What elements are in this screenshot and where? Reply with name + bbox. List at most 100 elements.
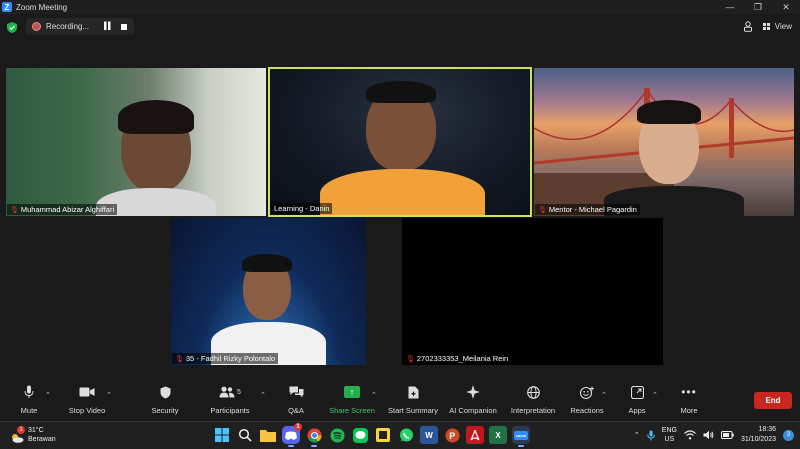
share-options-caret-icon[interactable]: ⌃ — [371, 391, 377, 399]
weather-widget[interactable]: 1 31°C Berawan — [10, 426, 56, 444]
security-button[interactable]: Security — [149, 384, 181, 415]
muted-mic-icon: 🎙 — [175, 355, 184, 363]
video-tile-participant-3[interactable]: 🎙 Mentor - Michael Pagardin — [534, 68, 794, 216]
weather-cloud-icon: 1 — [10, 426, 25, 443]
participants-icon: 5 — [219, 384, 241, 400]
immersive-view-icon[interactable] — [743, 21, 753, 32]
audio-options-caret-icon[interactable]: ⌃ — [45, 391, 51, 399]
spotify-icon[interactable] — [328, 426, 346, 444]
recording-indicator: Recording... ▌▌ — [26, 18, 134, 35]
video-tile-participant-5[interactable]: 🎙 2702333353_Meilania Rein — [402, 218, 663, 365]
reactions-label: Reactions — [570, 406, 604, 415]
participant-video-hair — [118, 100, 194, 134]
participant-video-hair — [637, 100, 701, 124]
globe-icon — [526, 384, 540, 400]
video-tile-participant-1[interactable]: 🎙 Muhammad Abizar Alghiffari — [6, 68, 266, 216]
interpretation-label: Interpretation — [510, 406, 556, 415]
start-summary-button[interactable]: Start Summary — [386, 384, 440, 415]
clock-time: 18:36 — [758, 426, 776, 433]
microphone-icon — [24, 384, 34, 400]
stop-video-button[interactable]: Stop Video — [64, 384, 110, 415]
window-controls: — ❐ ✕ — [716, 0, 800, 14]
powerpoint-icon[interactable]: P — [443, 426, 461, 444]
more-label: More — [680, 406, 698, 415]
participants-button[interactable]: 5 Participants — [208, 384, 252, 415]
weather-temperature: 31°C — [28, 427, 44, 434]
whatsapp-icon[interactable] — [397, 426, 415, 444]
participant-name-tag: Learning - Danin — [271, 203, 333, 214]
acrobat-pdf-icon[interactable] — [466, 426, 484, 444]
language-code: ENG — [661, 427, 677, 434]
weather-badge: 1 — [17, 426, 25, 434]
wifi-icon[interactable] — [684, 430, 696, 440]
reactions-button[interactable]: Reactions — [570, 384, 604, 415]
participant-name: Mentor - Michael Pagardin — [548, 205, 637, 214]
input-language-indicator[interactable]: ENG US — [662, 426, 677, 444]
sticky-notes-icon[interactable] — [374, 426, 392, 444]
discord-icon[interactable]: 1 — [282, 423, 302, 447]
system-clock[interactable]: 18:36 31/10/2023 — [741, 425, 776, 445]
share-screen-label: Share Screen — [329, 406, 375, 415]
qa-label: Q&A — [288, 406, 304, 415]
zoom-app-icon[interactable]: zoom — [512, 426, 530, 447]
ai-sparkle-icon — [466, 384, 480, 400]
reactions-options-caret-icon[interactable]: ⌃ — [601, 391, 607, 399]
video-tile-participant-4[interactable]: 🎙 35 - Fadhil Rizky Polontalo — [171, 218, 366, 365]
video-options-caret-icon[interactable]: ⌃ — [106, 391, 112, 399]
file-explorer-icon[interactable] — [259, 426, 277, 444]
grid-view-icon — [762, 23, 770, 31]
mute-label: Mute — [20, 406, 38, 415]
apps-options-caret-icon[interactable]: ⌃ — [652, 391, 658, 399]
chrome-icon[interactable] — [305, 426, 323, 447]
volume-icon[interactable] — [703, 430, 714, 440]
more-button[interactable]: ••• More — [677, 384, 701, 415]
encryption-shield-icon[interactable] — [7, 22, 17, 33]
start-summary-label: Start Summary — [387, 406, 438, 415]
video-tile-active-speaker[interactable]: Learning - Danin — [268, 67, 532, 217]
participant-name-tag: 🎙 2702333353_Meilania Rein — [403, 353, 512, 364]
windows-start-icon[interactable] — [213, 426, 231, 444]
view-controls: View — [743, 21, 792, 32]
clock-date: 31/10/2023 — [740, 436, 776, 443]
meeting-top-strip: Recording... ▌▌ View — [0, 14, 800, 40]
participant-name: 35 - Fadhil Rizky Polontalo — [185, 354, 276, 363]
summary-document-icon — [408, 384, 419, 400]
microsoft-word-icon[interactable]: W — [420, 426, 438, 444]
ai-companion-button[interactable]: AI Companion — [448, 384, 498, 415]
notification-count-badge[interactable]: 3 — [783, 429, 794, 441]
share-screen-button[interactable]: ↑ Share Screen — [329, 384, 375, 415]
discord-badge: 1 — [294, 423, 302, 431]
participant-name: 2702333353_Meilania Rein — [416, 354, 509, 363]
tray-microphone-icon[interactable] — [647, 430, 655, 441]
stop-recording-icon[interactable] — [120, 23, 127, 30]
participant-name-tag: 🎙 Muhammad Abizar Alghiffari — [7, 204, 118, 215]
video-camera-icon — [79, 384, 95, 400]
participant-video-hair — [242, 254, 292, 272]
apps-icon — [630, 384, 644, 400]
taskbar-apps: 1 W P X zoom — [213, 423, 530, 447]
pause-recording-icon[interactable]: ▌▌ — [104, 23, 113, 30]
search-icon[interactable] — [236, 426, 254, 444]
microsoft-excel-icon[interactable]: X — [489, 426, 507, 444]
interpretation-button[interactable]: Interpretation — [508, 384, 558, 415]
restore-button[interactable]: ❐ — [744, 0, 772, 14]
view-label: View — [774, 22, 792, 31]
qa-button[interactable]: Q&A — [286, 384, 306, 415]
participants-options-caret-icon[interactable]: ⌃ — [260, 391, 266, 399]
zoom-logo-icon: Z — [2, 2, 12, 12]
reactions-smiley-icon — [580, 384, 594, 400]
weather-description: Berawan — [28, 436, 56, 443]
minimize-button[interactable]: — — [716, 0, 744, 14]
participant-name: Learning - Danin — [274, 204, 330, 213]
end-meeting-button[interactable]: End — [754, 392, 792, 409]
muted-mic-icon: 🎙 — [406, 355, 415, 363]
close-button[interactable]: ✕ — [772, 0, 800, 14]
view-button[interactable]: View — [762, 22, 792, 31]
line-messenger-icon[interactable] — [351, 426, 369, 444]
show-hidden-icons-icon[interactable]: ⌃ — [634, 431, 640, 439]
apps-button[interactable]: Apps — [627, 384, 647, 415]
share-screen-icon: ↑ — [344, 386, 360, 398]
battery-icon[interactable] — [720, 431, 734, 439]
mute-button[interactable]: Mute — [18, 384, 40, 415]
security-shield-icon — [160, 384, 171, 400]
